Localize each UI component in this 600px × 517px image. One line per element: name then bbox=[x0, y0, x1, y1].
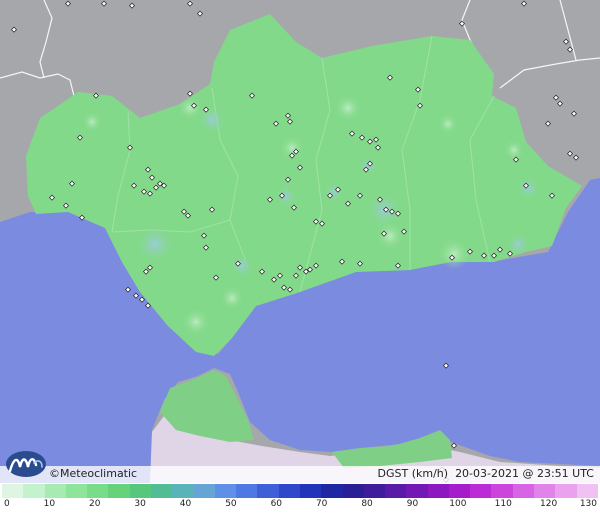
legend-swatch bbox=[406, 484, 428, 498]
legend-tick-label: 50 bbox=[225, 499, 237, 509]
legend-swatch bbox=[150, 484, 173, 498]
legend-swatch bbox=[512, 484, 535, 498]
legend-swatch bbox=[555, 484, 577, 498]
legend-swatch bbox=[342, 484, 364, 498]
legend-swatch bbox=[23, 484, 45, 498]
legend-swatch bbox=[129, 484, 151, 498]
legend-tick-label: 110 bbox=[494, 499, 512, 509]
legend-swatch bbox=[278, 484, 300, 498]
legend-tick-label: 100 bbox=[449, 499, 467, 509]
legend-swatch bbox=[257, 484, 279, 498]
legend-swatch bbox=[87, 484, 109, 498]
legend-tick-label: 120 bbox=[540, 499, 558, 509]
legend-swatch bbox=[321, 484, 343, 498]
timestamp-label: 20-03-2021 @ 23:51 UTC bbox=[455, 467, 594, 480]
legend-swatch bbox=[236, 484, 258, 498]
legend-swatch bbox=[108, 484, 130, 498]
legend-swatch bbox=[470, 484, 492, 498]
legend-tick-label: 40 bbox=[179, 499, 192, 509]
legend-swatch bbox=[2, 484, 24, 498]
map-canvas bbox=[0, 0, 600, 483]
legend-swatch bbox=[214, 484, 237, 498]
legend-swatch bbox=[385, 484, 407, 498]
legend-swatch bbox=[193, 484, 215, 498]
legend-swatch bbox=[534, 484, 556, 498]
legend-swatch bbox=[427, 484, 449, 498]
legend-tick-label: 130 bbox=[579, 499, 597, 509]
legend-tick-label: 60 bbox=[270, 499, 283, 509]
legend-swatch bbox=[44, 484, 66, 498]
legend-swatch bbox=[491, 484, 513, 498]
legend-tick-label: 20 bbox=[89, 499, 101, 509]
variable-label: DGST (km/h) bbox=[377, 467, 449, 480]
field-info: DGST (km/h) 20-03-2021 @ 23:51 UTC bbox=[378, 467, 594, 481]
legend-swatch bbox=[448, 484, 471, 498]
meteoclimatic-logo-icon bbox=[6, 451, 46, 477]
legend-tick-label: 80 bbox=[361, 499, 373, 509]
legend-tick-label: 0 bbox=[4, 499, 10, 509]
legend-swatch bbox=[299, 484, 322, 498]
legend-swatch bbox=[172, 484, 194, 498]
wind-gust-map: ©Meteoclimatic DGST (km/h) 20-03-2021 @ … bbox=[0, 0, 600, 517]
legend-tick-label: 30 bbox=[134, 499, 146, 509]
legend-swatch bbox=[576, 484, 598, 498]
color-legend: 0 10 20 30 40 50 60 70 80 90 100 110 120 130 bbox=[0, 483, 600, 517]
legend-tick-label: 90 bbox=[406, 499, 419, 509]
legend-tick-label: 70 bbox=[315, 499, 328, 509]
legend-swatch bbox=[363, 484, 386, 498]
legend-tick-label: 10 bbox=[43, 499, 56, 509]
legend-swatch bbox=[65, 484, 88, 498]
legend-color-bar bbox=[2, 484, 598, 498]
brand-label: ©Meteoclimatic bbox=[49, 467, 138, 480]
